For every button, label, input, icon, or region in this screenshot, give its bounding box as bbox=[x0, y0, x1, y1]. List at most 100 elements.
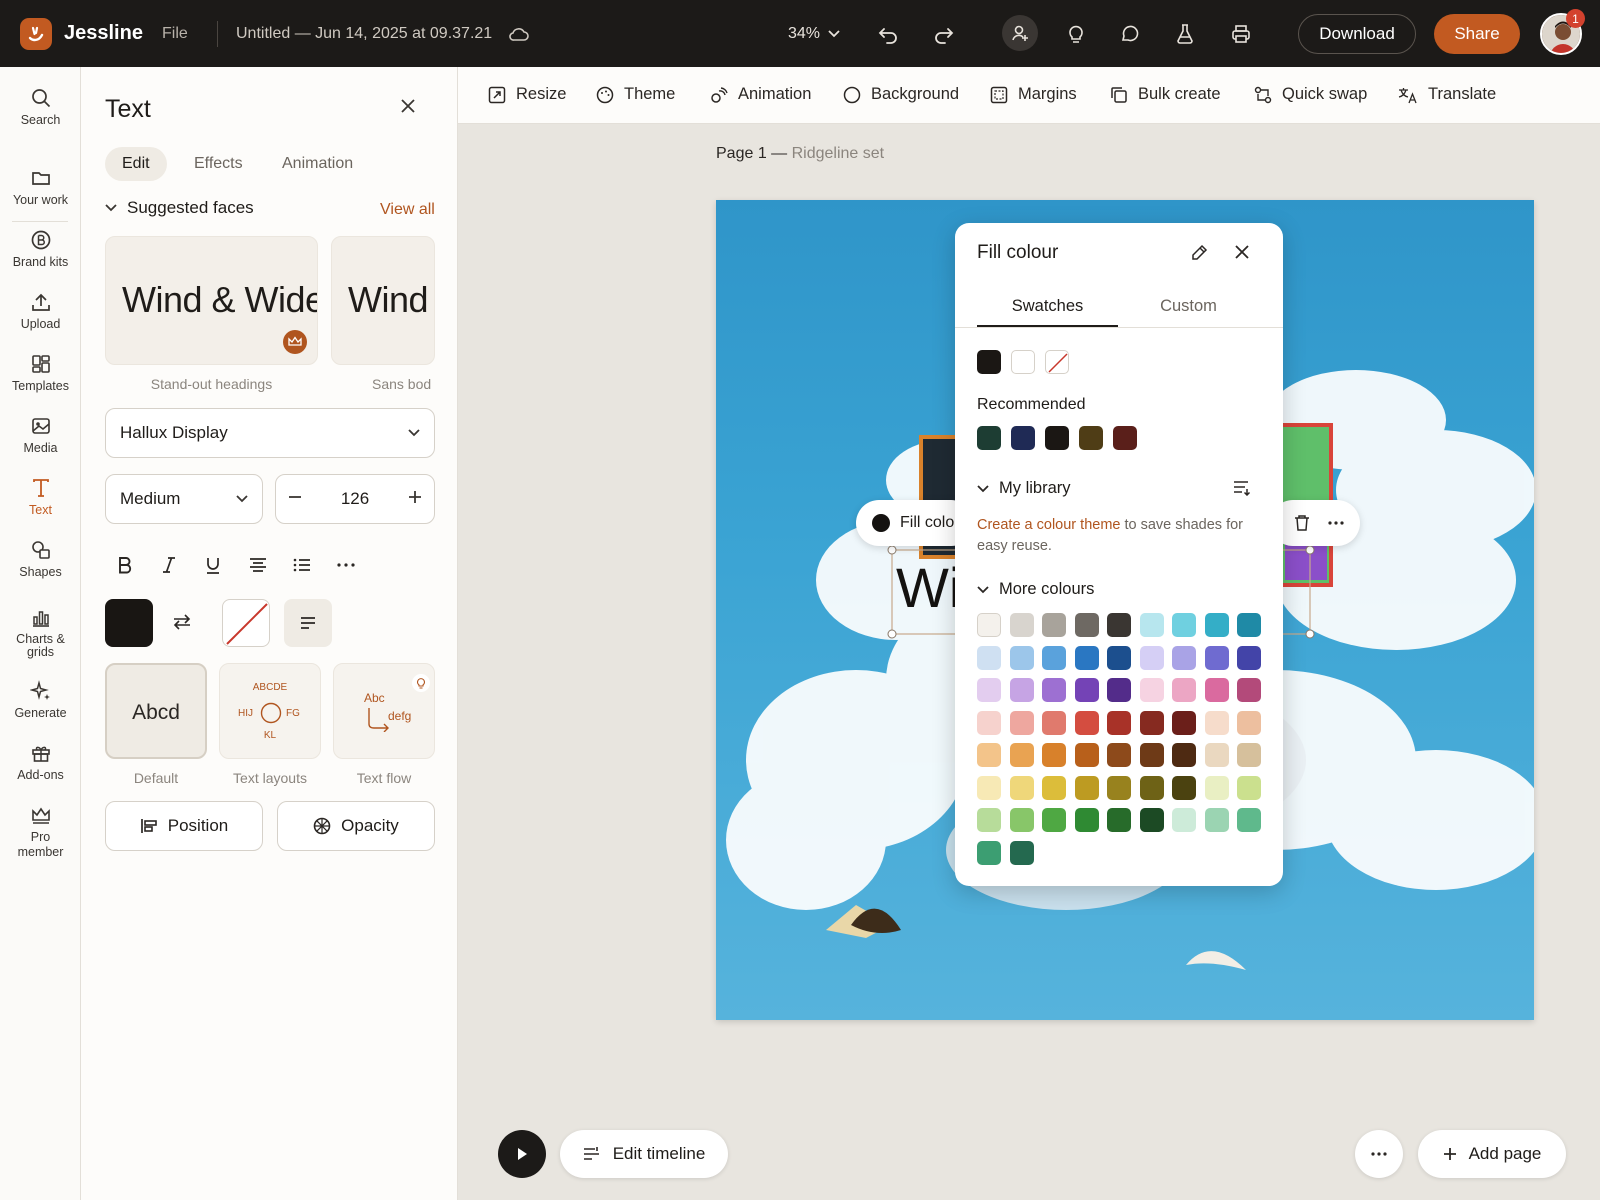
colour-swatch[interactable] bbox=[1107, 710, 1131, 735]
add-page-button[interactable]: Add page bbox=[1418, 1130, 1566, 1178]
invite-collaborator-button[interactable] bbox=[1002, 15, 1038, 51]
colour-swatch[interactable] bbox=[1107, 775, 1131, 800]
colour-swatch[interactable] bbox=[977, 645, 1001, 670]
share-button[interactable]: Share bbox=[1434, 14, 1520, 54]
zoom-control[interactable]: 34% bbox=[788, 25, 840, 43]
more-options-button[interactable] bbox=[1355, 1130, 1403, 1178]
more-icon[interactable] bbox=[1328, 521, 1344, 525]
rail-add-ons[interactable]: Add-ons bbox=[0, 742, 81, 782]
colour-swatch[interactable] bbox=[1172, 678, 1196, 702]
colour-swatch[interactable] bbox=[1204, 775, 1229, 800]
colour-swatch[interactable] bbox=[1042, 678, 1066, 702]
italic-button[interactable] bbox=[154, 550, 184, 580]
document-title[interactable]: Untitled — Jun 14, 2025 at 09.37.21 bbox=[236, 25, 492, 43]
colour-swatch[interactable] bbox=[1074, 678, 1099, 702]
colour-swatch[interactable] bbox=[1237, 645, 1261, 670]
close-icon[interactable] bbox=[1233, 243, 1251, 261]
colour-swatch[interactable] bbox=[1107, 613, 1131, 637]
play-button[interactable] bbox=[498, 1130, 546, 1178]
colour-swatch[interactable] bbox=[1107, 808, 1131, 832]
colour-swatch[interactable] bbox=[1139, 775, 1164, 800]
colour-swatch[interactable] bbox=[1074, 613, 1099, 637]
colour-swatch[interactable] bbox=[1009, 743, 1034, 767]
colour-swatch[interactable] bbox=[1204, 613, 1229, 637]
selected-text-fragment[interactable]: Wi bbox=[896, 555, 956, 620]
font-face-card[interactable]: Wind & Wide bbox=[105, 236, 318, 365]
colour-swatch[interactable] bbox=[1042, 775, 1066, 800]
colour-swatch[interactable] bbox=[1172, 645, 1196, 670]
edit-timeline-button[interactable]: Edit timeline bbox=[560, 1130, 728, 1178]
colour-swatch[interactable] bbox=[1172, 710, 1196, 735]
colour-swatch[interactable] bbox=[1011, 426, 1035, 450]
colour-swatch[interactable] bbox=[1011, 350, 1035, 374]
colour-swatch[interactable] bbox=[1009, 710, 1034, 735]
colour-swatch[interactable] bbox=[1074, 645, 1099, 670]
colour-swatch[interactable] bbox=[1045, 426, 1069, 450]
no-fill-swatch[interactable] bbox=[222, 599, 270, 647]
colour-swatch[interactable] bbox=[1237, 678, 1261, 702]
page-label[interactable]: Page 1 — Ridgeline set bbox=[716, 145, 884, 163]
margins-button[interactable]: Margins bbox=[990, 85, 1077, 104]
eyedropper-icon[interactable] bbox=[1191, 243, 1209, 261]
decrease-size-button[interactable] bbox=[288, 489, 302, 509]
app-logo[interactable] bbox=[20, 18, 52, 50]
colour-swatch[interactable] bbox=[1009, 840, 1034, 865]
colour-swatch[interactable] bbox=[1172, 743, 1196, 767]
colour-swatch[interactable] bbox=[977, 350, 1001, 374]
colour-swatch[interactable] bbox=[1107, 645, 1131, 670]
list-button[interactable] bbox=[287, 550, 317, 580]
colour-swatch[interactable] bbox=[977, 775, 1001, 800]
tab-custom[interactable]: Custom bbox=[1118, 283, 1259, 327]
create-colour-theme-link[interactable]: Create a colour theme bbox=[977, 517, 1120, 533]
bulk-create-button[interactable]: Bulk create bbox=[1110, 85, 1221, 104]
bold-button[interactable] bbox=[110, 550, 140, 580]
rail-generate[interactable]: Generate bbox=[0, 680, 81, 720]
colour-swatch[interactable] bbox=[1237, 808, 1261, 832]
file-menu[interactable]: File bbox=[162, 25, 188, 43]
position-button[interactable]: Position bbox=[105, 801, 263, 851]
tab-edit[interactable]: Edit bbox=[105, 147, 167, 181]
colour-swatch[interactable] bbox=[1139, 678, 1164, 702]
lab-button[interactable] bbox=[1173, 22, 1197, 46]
rail-shapes[interactable]: Shapes bbox=[0, 539, 81, 579]
resize-button[interactable]: Resize bbox=[488, 85, 566, 104]
rail-your-work[interactable]: Your work bbox=[0, 167, 81, 207]
colour-swatch[interactable] bbox=[1074, 743, 1099, 767]
tab-effects[interactable]: Effects bbox=[177, 147, 260, 181]
background-button[interactable]: Background bbox=[843, 85, 959, 104]
colour-swatch[interactable] bbox=[1139, 645, 1164, 670]
colour-swatch[interactable] bbox=[1139, 710, 1164, 735]
quick-swap-button[interactable]: Quick swap bbox=[1254, 85, 1367, 104]
colour-swatch[interactable] bbox=[1074, 775, 1099, 800]
font-weight-select[interactable]: Medium bbox=[105, 474, 263, 524]
rail-pro-member[interactable]: Pro member bbox=[0, 804, 81, 860]
translate-button[interactable]: Translate bbox=[1398, 85, 1496, 104]
trash-icon[interactable] bbox=[1294, 514, 1310, 532]
rail-templates[interactable]: Templates bbox=[0, 353, 81, 393]
colour-swatch[interactable] bbox=[1009, 678, 1034, 702]
text-style-layouts[interactable]: ABCDE HIJ FG KL bbox=[219, 663, 321, 759]
suggested-faces-toggle[interactable]: Suggested faces bbox=[105, 198, 254, 218]
text-style-flow[interactable]: Abc defg bbox=[333, 663, 435, 759]
colour-swatch[interactable] bbox=[1042, 710, 1066, 735]
colour-swatch[interactable] bbox=[977, 613, 1001, 637]
colour-swatch[interactable] bbox=[1204, 743, 1229, 767]
colour-swatch[interactable] bbox=[977, 678, 1001, 702]
colour-swatch[interactable] bbox=[1204, 710, 1229, 735]
redo-button[interactable] bbox=[932, 22, 956, 46]
colour-swatch[interactable] bbox=[1237, 710, 1261, 735]
colour-swatch[interactable] bbox=[1074, 808, 1099, 832]
opacity-button[interactable]: Opacity bbox=[277, 801, 435, 851]
colour-swatch[interactable] bbox=[1237, 775, 1261, 800]
swap-icon[interactable] bbox=[171, 611, 193, 633]
tab-animation[interactable]: Animation bbox=[265, 147, 370, 181]
colour-swatch[interactable] bbox=[1107, 678, 1131, 702]
rail-upload[interactable]: Upload bbox=[0, 291, 81, 331]
colour-swatch[interactable] bbox=[1042, 645, 1066, 670]
more-formatting-button[interactable] bbox=[331, 550, 361, 580]
comments-button[interactable] bbox=[1118, 22, 1142, 46]
sort-icon[interactable] bbox=[1233, 480, 1251, 496]
download-button[interactable]: Download bbox=[1298, 14, 1416, 54]
colour-swatch[interactable] bbox=[1074, 710, 1099, 735]
colour-swatch[interactable] bbox=[1204, 808, 1229, 832]
